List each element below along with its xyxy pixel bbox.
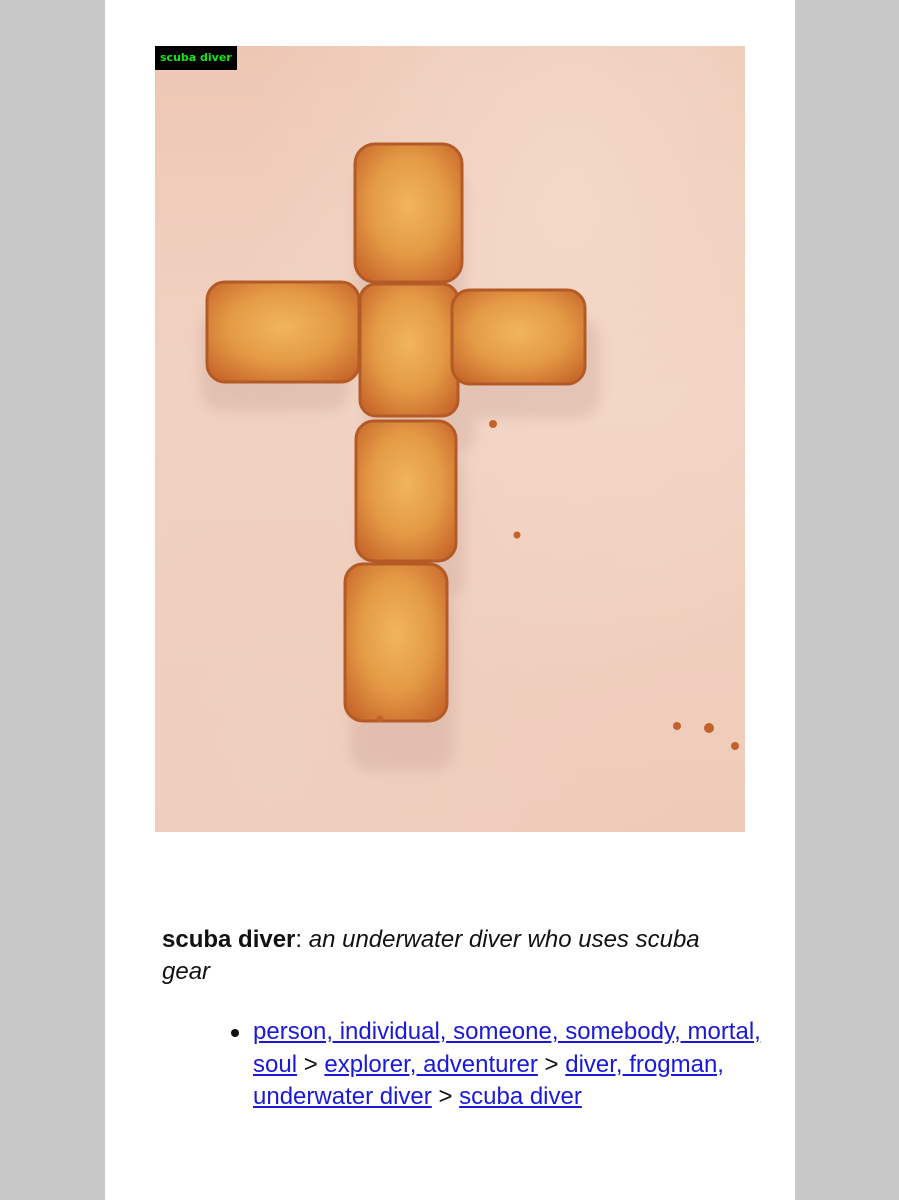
hypernym-link-scuba-diver[interactable]: scuba diver bbox=[459, 1083, 582, 1110]
hypernym-link-explorer[interactable]: explorer, adventurer bbox=[324, 1051, 537, 1078]
content-panel: scuba diver scuba diver: an underwater d… bbox=[105, 0, 795, 1200]
list-item: person, individual, someone, somebody, m… bbox=[223, 1016, 763, 1114]
image-label-tag: scuba diver bbox=[155, 46, 237, 70]
chain-separator: > bbox=[303, 1050, 318, 1078]
definition-text: scuba diver: an underwater diver who use… bbox=[162, 924, 722, 988]
definition-separator: : bbox=[295, 926, 303, 953]
tot-center bbox=[358, 282, 460, 418]
tot-top bbox=[353, 142, 464, 284]
tater-tot-cross-image bbox=[200, 142, 739, 771]
chain-separator: > bbox=[544, 1050, 559, 1078]
tot-left bbox=[205, 280, 361, 384]
hypernym-list: person, individual, someone, somebody, m… bbox=[223, 1016, 763, 1114]
tot-right bbox=[450, 288, 587, 386]
bullet-icon bbox=[231, 1029, 239, 1037]
tot-bottom bbox=[343, 562, 449, 723]
photo: scuba diver bbox=[155, 46, 745, 832]
tot-lower bbox=[354, 419, 458, 563]
chain-separator: > bbox=[438, 1083, 453, 1110]
definition-term: scuba diver bbox=[162, 926, 296, 953]
